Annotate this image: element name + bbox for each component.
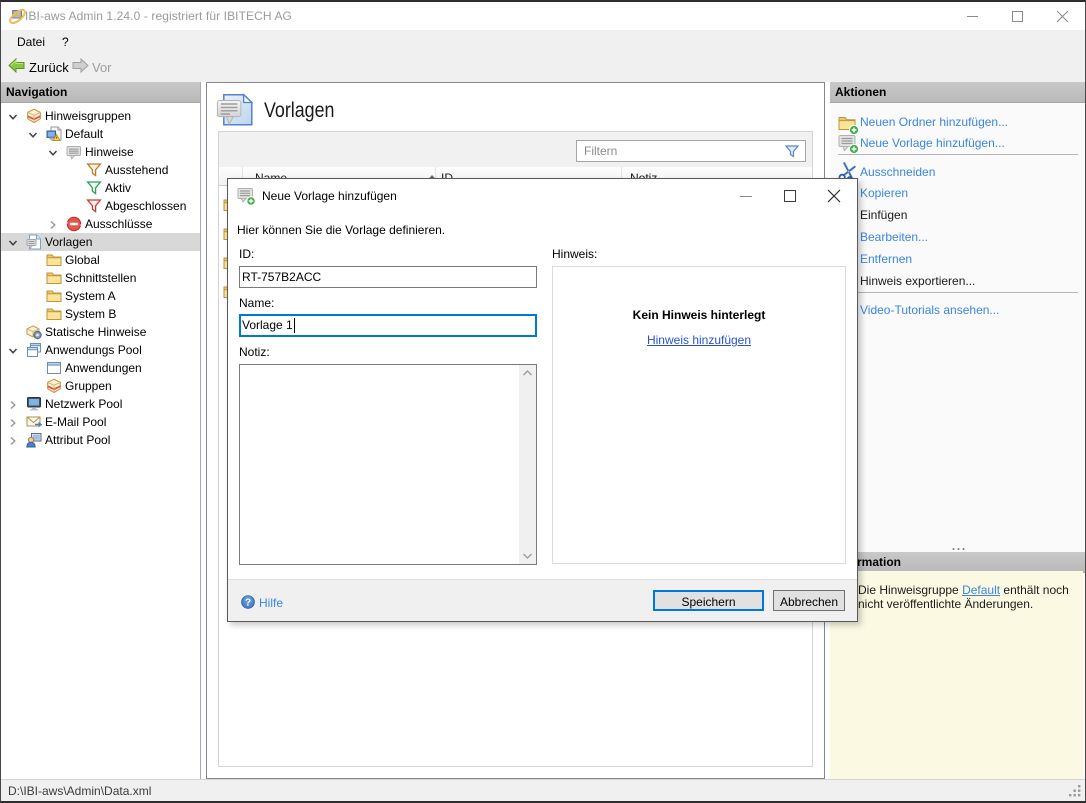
svg-text:?: ? [245,598,251,609]
